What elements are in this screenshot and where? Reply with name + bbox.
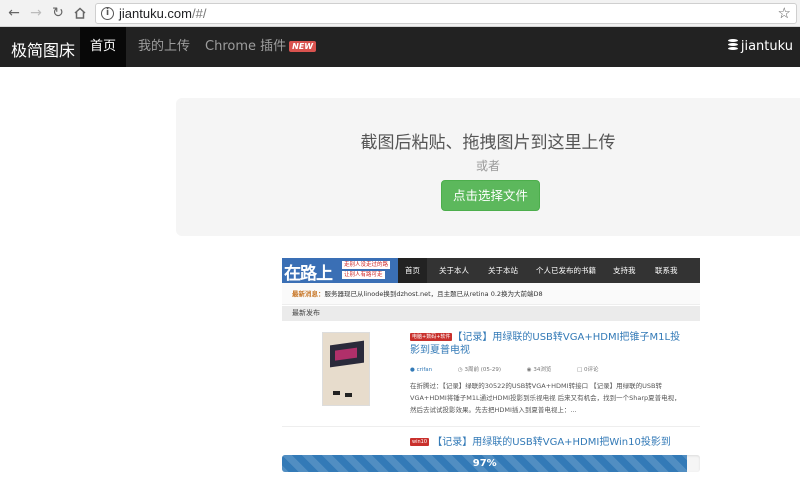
new-badge: NEW	[289, 41, 317, 52]
preview-divider	[282, 426, 700, 427]
preview-post-excerpt: 在折腾过：【记录】绿联的30522的USB转VGA+HDMI转接口 【记录】用绿…	[410, 382, 681, 414]
upload-dropzone[interactable]: 截图后粘贴、拖拽图片到这里上传 或者 点击选择文件	[176, 98, 800, 236]
uploaded-image-preview: 在路上 走别人没走过的路 让别人有路可走 首页 关于本人 关于本站 个人已发布的…	[282, 258, 700, 458]
upload-progress-bar: 97%	[282, 455, 700, 472]
preview-logo-text: 在路上	[284, 264, 333, 284]
address-bar[interactable]: i jiantuku.com/#/ ☆	[95, 3, 797, 24]
preview-nav-books: 个人已发布的书籍	[536, 266, 596, 275]
preview-notice-label: 最新消息：	[292, 290, 325, 298]
preview-nav-support: 支持我	[613, 266, 636, 275]
preview-section-title: 最新发布	[282, 306, 700, 321]
preview-post-author: ● crifan	[410, 367, 433, 373]
preview-nav-about-site: 关于本站	[488, 266, 518, 275]
device-image	[345, 393, 352, 397]
url-host: jiantuku.com	[119, 6, 192, 21]
nav-chrome-plugin[interactable]: Chrome 插件 NEW	[205, 27, 317, 67]
back-arrow-icon[interactable]: ←	[5, 4, 23, 22]
upload-title: 截图后粘贴、拖拽图片到这里上传	[360, 133, 616, 153]
preview-post-time: ◷ 3周前 (05-29)	[457, 367, 502, 373]
preview-post2-title: win10 【记录】用绿联的USB转VGA+HDMI把Win10投影到	[410, 436, 700, 449]
preview-nav-home: 首页	[398, 258, 427, 283]
url-text: jiantuku.com/#/	[119, 6, 206, 21]
preview-post-thumbnail	[322, 332, 370, 406]
preview-notice: 最新消息：服务器现已从linode换到dzhost.net，且主题已从retin…	[282, 283, 700, 305]
username: jiantuku	[740, 39, 793, 54]
preview-post-title: 电脑+数码+软件 【记录】用绿联的USB转VGA+HDMI把锥子M1L投影到夏普电…	[410, 331, 690, 357]
url-path: /#/	[191, 6, 207, 21]
nav-chrome-plugin-label: Chrome 插件	[205, 39, 287, 54]
preview-nav-about-me: 关于本人	[439, 266, 469, 275]
upload-progress-fill: 97%	[282, 455, 688, 472]
forward-arrow-icon[interactable]: →	[27, 4, 45, 22]
tv-image	[330, 340, 364, 368]
user-menu[interactable]: jiantuku	[727, 27, 793, 67]
preview-logo: 在路上 走别人没走过的路 让别人有路可走	[282, 258, 398, 284]
preview-post-comments: □ 0评论	[577, 367, 599, 373]
preview-post-views: ◉ 34浏览	[526, 367, 552, 373]
preview-post-tag: 电脑+数码+软件	[410, 333, 453, 341]
nav-my-uploads[interactable]: 我的上传	[138, 27, 190, 67]
preview-post2-tag: win10	[410, 438, 430, 446]
home-icon[interactable]	[71, 4, 89, 22]
site-navbar: 极简图床 首页 我的上传 Chrome 插件 NEW jiantuku	[0, 27, 800, 67]
preview-slogan-1: 走别人没走过的路	[342, 261, 391, 269]
info-icon[interactable]: i	[101, 7, 114, 20]
browser-toolbar: ← → ↻ i jiantuku.com/#/ ☆	[0, 0, 800, 27]
site-brand[interactable]: 极简图床	[11, 37, 75, 61]
reload-icon[interactable]: ↻	[49, 4, 67, 22]
preview-notice-text: 服务器现已从linode换到dzhost.net，且主题已从retina 0.2…	[324, 290, 543, 298]
preview-header: 在路上 走别人没走过的路 让别人有路可走 首页 关于本人 关于本站 个人已发布的…	[282, 258, 700, 284]
device-image	[333, 391, 340, 395]
preview-nav-contact: 联系我	[655, 266, 678, 275]
nav-home[interactable]: 首页	[80, 27, 126, 67]
bookmark-star-icon[interactable]: ☆	[778, 4, 791, 22]
choose-file-button[interactable]: 点击选择文件	[441, 180, 540, 211]
preview-post2-title-text: 【记录】用绿联的USB转VGA+HDMI把Win10投影到	[432, 437, 671, 448]
preview-slogan-2: 让别人有路可走	[342, 271, 385, 279]
preview-post-meta: ● crifan ◷ 3周前 (05-29) ◉ 34浏览 □ 0评论	[410, 365, 623, 373]
upload-or-label: 或者	[475, 159, 500, 173]
database-icon	[727, 39, 738, 51]
